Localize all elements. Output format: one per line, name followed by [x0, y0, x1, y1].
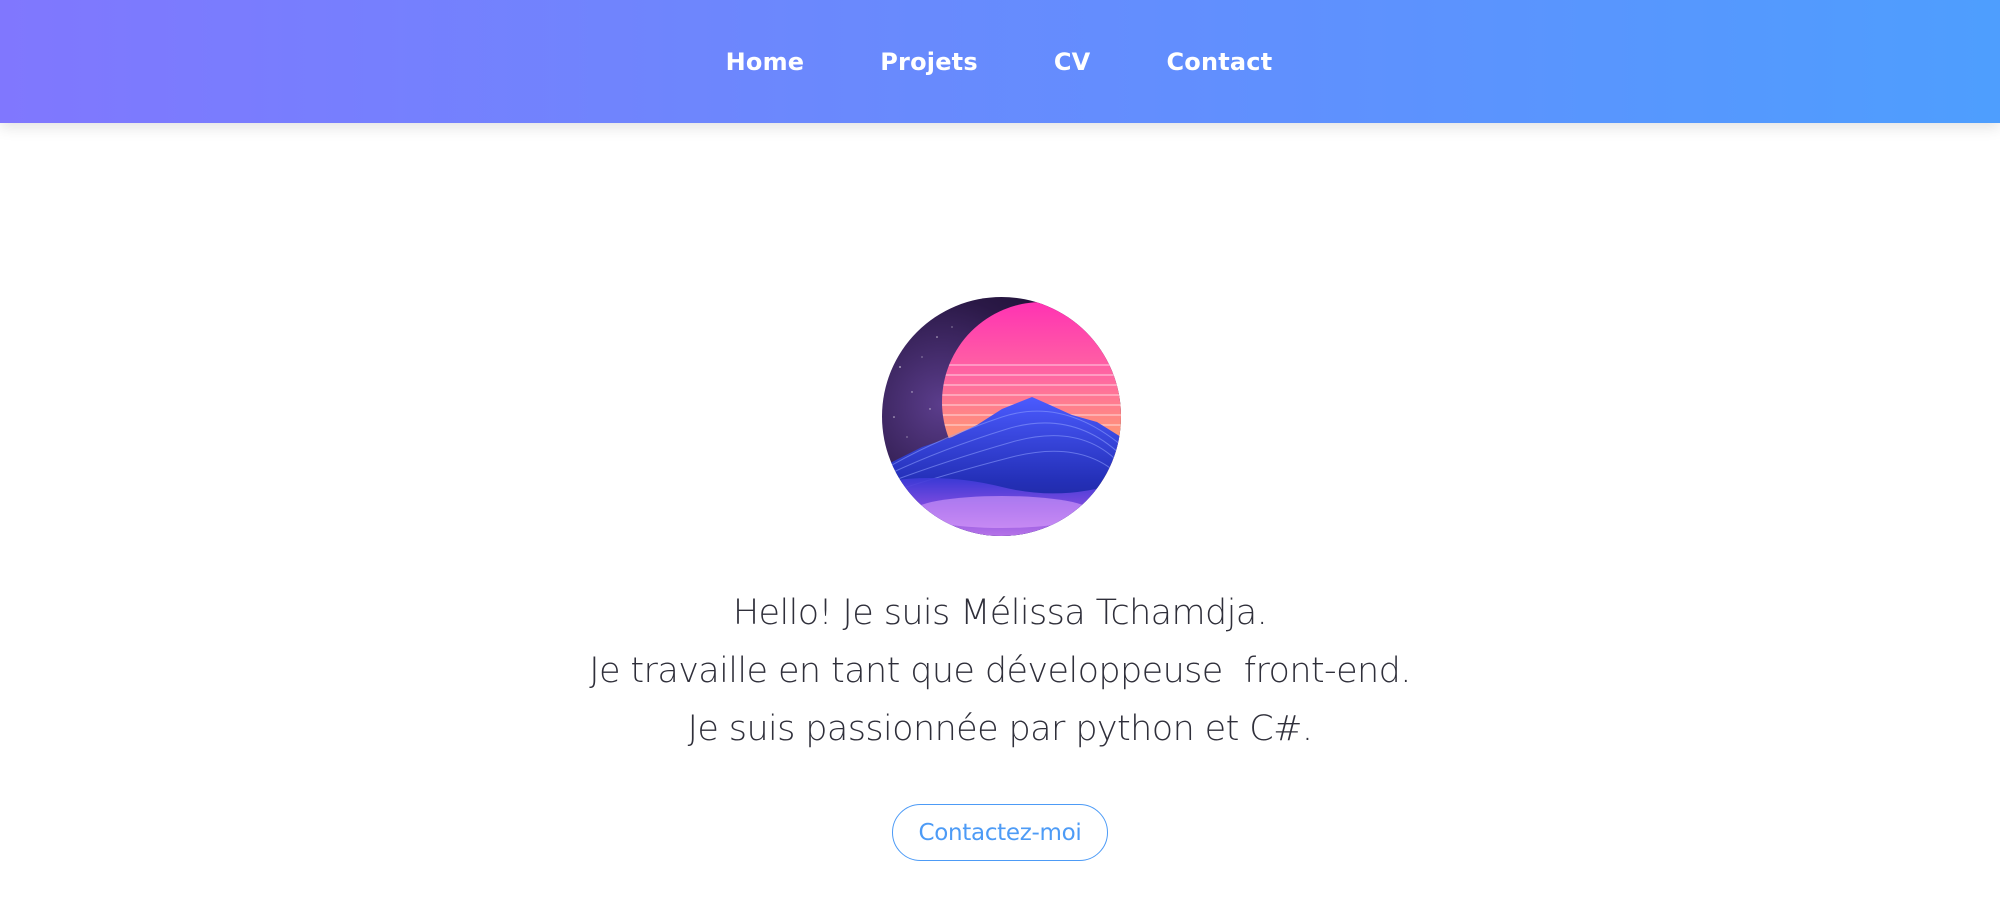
profile-avatar [882, 297, 1121, 536]
nav-link-cv[interactable]: CV [1016, 48, 1129, 76]
main-nav: Home Projets CV Contact [689, 48, 1312, 76]
top-navbar: Home Projets CV Contact [0, 0, 2000, 123]
nav-link-projets[interactable]: Projets [842, 48, 1016, 76]
intro-line-greeting: Hello! Je suis Mélissa Tchamdja. [732, 593, 1268, 633]
nav-link-home[interactable]: Home [688, 48, 843, 76]
nav-link-contact[interactable]: Contact [1128, 48, 1310, 76]
retro-sunset-mountain-avatar-icon [882, 297, 1121, 536]
intro-text: Hello! Je suis Mélissa Tchamdja. Je trav… [0, 584, 2000, 758]
intro-line-passion: Je suis passionnée par python et C#. [687, 709, 1313, 749]
nav-list: Home Projets CV Contact [688, 48, 1311, 76]
hero-section: Hello! Je suis Mélissa Tchamdja. Je trav… [0, 123, 2000, 903]
contact-me-button[interactable]: Contactez-moi [892, 804, 1108, 861]
intro-line-job: Je travaille en tant que développeuse fr… [589, 651, 1411, 691]
